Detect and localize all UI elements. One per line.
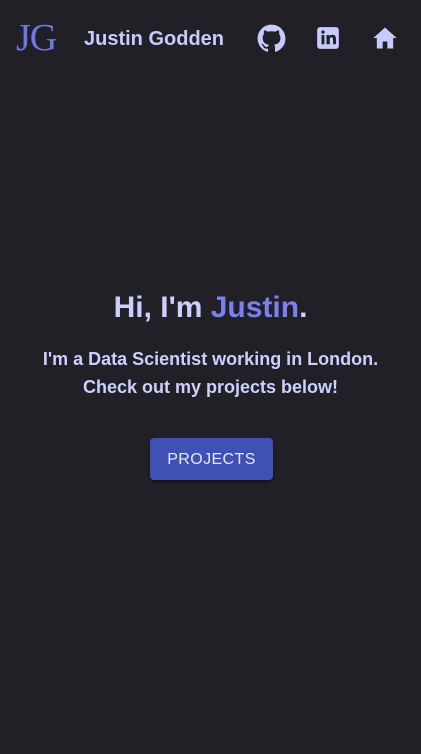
home-icon[interactable]: [369, 22, 401, 54]
subtitle-line-2: Check out my projects below!: [82, 377, 339, 397]
greeting-prefix: Hi, I'm: [113, 291, 203, 324]
portfolio-page: JG Justin Godden Hi, I'm Justin. I'm a D…: [0, 0, 421, 754]
top-navigation: JG Justin Godden: [0, 0, 421, 78]
site-logo[interactable]: JG: [16, 16, 57, 60]
highlighted-name: Justin: [210, 291, 300, 324]
projects-button[interactable]: PROJECTS: [150, 438, 273, 480]
subtitle-line-1: I'm a Data Scientist working in London.: [42, 349, 379, 369]
greeting-suffix: .: [299, 291, 308, 324]
site-name[interactable]: Justin Godden: [84, 27, 224, 51]
hero-headline: Hi, I'm Justin.: [0, 289, 421, 327]
linkedin-icon[interactable]: [312, 22, 344, 54]
hero-subtitle: I'm a Data Scientist working in London. …: [0, 345, 421, 401]
github-icon[interactable]: [255, 22, 287, 54]
